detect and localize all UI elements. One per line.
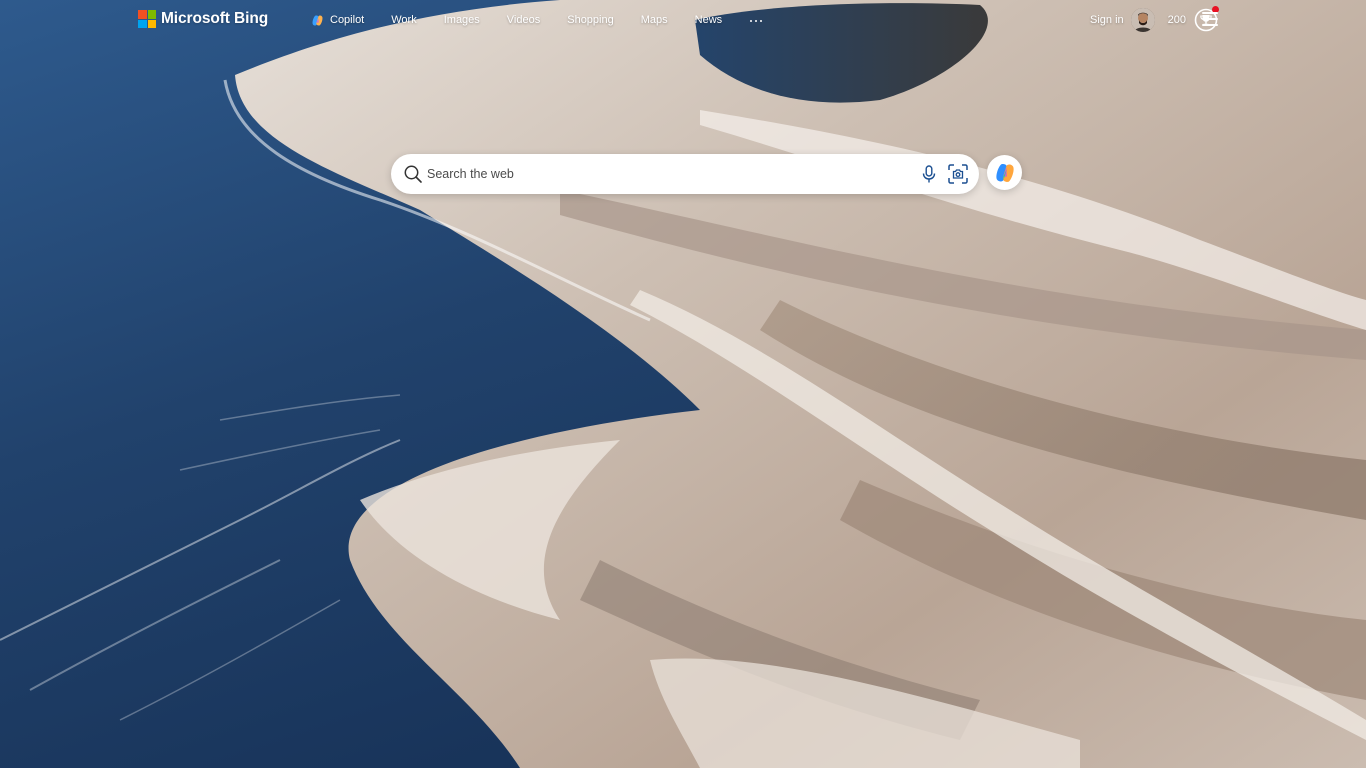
logo-square-green [147, 10, 156, 19]
top-bar: Microsoft Bing Copilot Work Images Video… [0, 0, 1366, 40]
nav-label-copilot: Copilot [330, 14, 365, 26]
logo-square-yellow [147, 19, 156, 28]
sign-in-link[interactable]: Sign in [1090, 14, 1124, 26]
search-input[interactable] [427, 162, 907, 186]
copilot-icon [995, 163, 1014, 182]
main-nav: Copilot Work Images Videos Shopping Maps… [311, 12, 763, 28]
logo-square-red [138, 10, 147, 19]
bing-logo[interactable]: Microsoft Bing [138, 9, 268, 29]
microsoft-logo-icon [138, 10, 156, 28]
nav-item-videos[interactable]: Videos [507, 14, 540, 26]
search-box [391, 154, 979, 194]
nav-item-maps[interactable]: Maps [641, 14, 668, 26]
nav-item-shopping[interactable]: Shopping [567, 14, 614, 26]
more-dot [755, 19, 758, 22]
menu-line [1202, 18, 1218, 20]
account-tools: Sign in 200 [1090, 6, 1219, 34]
copilot-icon [312, 14, 323, 26]
more-dots-icon[interactable] [750, 12, 763, 28]
logo-square-blue [138, 19, 147, 28]
rewards-points: 200 [1167, 14, 1186, 26]
nav-item-news[interactable]: News [695, 14, 723, 26]
more-dot [760, 19, 763, 22]
search-icon [404, 165, 422, 183]
brand-name: Microsoft Bing [161, 10, 269, 27]
avatar[interactable] [1130, 8, 1155, 32]
background-image [0, 0, 1366, 768]
hamburger-menu-icon[interactable] [1202, 12, 1218, 26]
more-dot [750, 19, 753, 22]
visual-search-icon[interactable] [947, 163, 969, 185]
copilot-button[interactable] [987, 155, 1022, 190]
avatar-image [1130, 8, 1155, 32]
nav-item-images[interactable]: Images [444, 14, 480, 26]
microphone-icon[interactable] [919, 164, 939, 184]
menu-line [1202, 12, 1218, 14]
nav-item-work[interactable]: Work [391, 14, 416, 26]
nav-item-copilot[interactable]: Copilot [311, 14, 364, 27]
menu-line [1202, 24, 1218, 26]
